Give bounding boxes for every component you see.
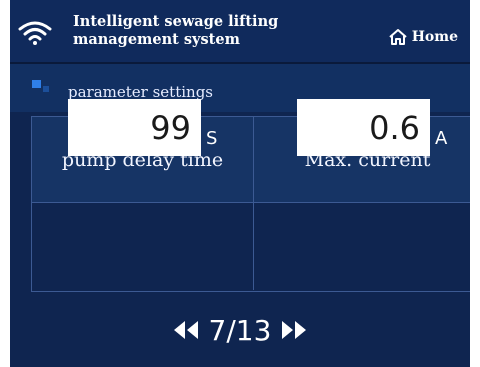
double-chevron-right-icon[interactable] xyxy=(279,319,309,341)
wifi-icon xyxy=(18,21,52,45)
settings-square-icon xyxy=(32,80,49,92)
param-cell-pump-delay xyxy=(32,203,254,290)
param-cell-max-current xyxy=(254,203,470,290)
max-current-value: 0.6 xyxy=(369,108,420,147)
hmi-screen: Intelligent sewage lifting management sy… xyxy=(10,0,470,367)
max-current-input[interactable]: 0.6 xyxy=(297,99,430,156)
home-button[interactable]: Home xyxy=(388,28,458,46)
pager: 7/13 xyxy=(10,310,470,350)
home-icon xyxy=(389,29,407,45)
double-chevron-left-icon[interactable] xyxy=(171,319,201,341)
home-label: Home xyxy=(411,29,458,45)
pump-delay-value: 99 xyxy=(150,108,191,147)
app-title-line2: management system xyxy=(73,31,240,48)
app-title: Intelligent sewage lifting management sy… xyxy=(73,13,278,49)
page-indicator: 7/13 xyxy=(208,313,272,347)
pump-delay-unit: S xyxy=(206,128,218,149)
max-current-unit: A xyxy=(435,128,448,149)
top-bar: Intelligent sewage lifting management sy… xyxy=(10,0,470,64)
pump-delay-input[interactable]: 99 xyxy=(68,99,201,156)
app-title-line1: Intelligent sewage lifting xyxy=(73,13,279,30)
